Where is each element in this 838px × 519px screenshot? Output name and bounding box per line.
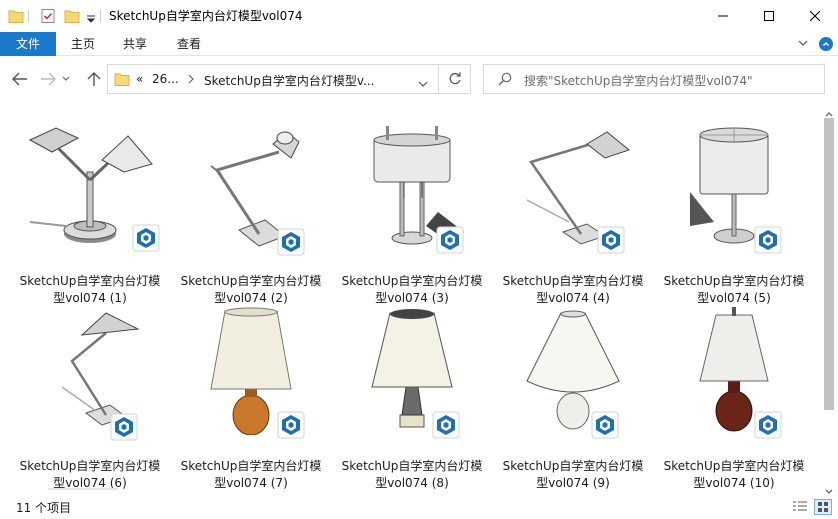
sketchup-file-icon — [277, 228, 305, 256]
file-name: SketchUp自学室内台灯模型vol074 (1) — [19, 274, 161, 305]
search-icon — [498, 72, 512, 89]
next-item-partial — [48, 488, 118, 490]
file-name: SketchUp自学室内台灯模型vol074 (9) — [502, 459, 644, 490]
tab-share[interactable]: 共享 — [112, 32, 158, 56]
large-icons-view-icon[interactable] — [814, 499, 832, 515]
breadcrumb-overflow[interactable]: « — [136, 72, 143, 86]
customize-toolbar-icon[interactable] — [86, 12, 96, 28]
ribbon-tabs: 文件 主页 共享 查看 — [0, 32, 838, 56]
recent-locations-icon[interactable] — [60, 69, 72, 89]
sketchup-file-icon — [591, 411, 619, 439]
tab-home[interactable]: 主页 — [60, 32, 106, 56]
file-name: SketchUp自学室内台灯模型vol074 (4) — [502, 274, 644, 305]
file-list: SketchUp自学室内台灯模型vol074 (1) SketchUp自学室内台… — [0, 102, 820, 490]
address-bar[interactable]: « 26... SketchUp自学室内台灯模型v... — [107, 64, 439, 94]
search-input[interactable]: 搜索"SketchUp自学室内台灯模型vol074" — [524, 72, 753, 89]
file-item[interactable]: SketchUp自学室内台灯模型vol074 (10) — [658, 307, 810, 490]
file-name: SketchUp自学室内台灯模型vol074 (3) — [341, 274, 483, 305]
details-view-icon[interactable] — [792, 500, 808, 517]
properties-icon[interactable] — [40, 8, 56, 24]
window-title: SketchUp自学室内台灯模型vol074 — [109, 9, 303, 23]
sketchup-file-icon — [277, 411, 305, 439]
sketchup-file-icon — [436, 226, 464, 254]
tab-view[interactable]: 查看 — [166, 32, 212, 56]
address-dropdown-icon[interactable] — [418, 76, 428, 90]
file-name: SketchUp自学室内台灯模型vol074 (6) — [19, 459, 161, 490]
sketchup-file-icon — [132, 224, 160, 252]
help-icon[interactable] — [818, 36, 834, 55]
file-name: SketchUp自学室内台灯模型vol074 (10) — [663, 459, 805, 490]
file-item[interactable]: SketchUp自学室内台灯模型vol074 (5) — [658, 122, 810, 305]
forward-arrow-icon[interactable] — [38, 69, 58, 89]
item-count: 11 个项目 — [16, 501, 72, 515]
back-arrow-icon[interactable] — [10, 69, 30, 89]
file-item[interactable]: SketchUp自学室内台灯模型vol074 (1) — [14, 122, 166, 305]
expand-ribbon-icon[interactable] — [797, 37, 809, 52]
vertical-scrollbar[interactable] — [820, 102, 838, 496]
sketchup-file-icon — [754, 411, 782, 439]
file-item[interactable]: SketchUp自学室内台灯模型vol074 (7) — [175, 307, 327, 490]
maximize-button[interactable] — [746, 0, 792, 32]
file-name: SketchUp自学室内台灯模型vol074 (8) — [341, 459, 483, 490]
close-button[interactable] — [792, 0, 838, 32]
file-item[interactable]: SketchUp自学室内台灯模型vol074 (2) — [175, 122, 327, 305]
status-bar: 11 个项目 — [0, 496, 838, 519]
file-item[interactable]: SketchUp自学室内台灯模型vol074 (8) — [336, 307, 488, 490]
file-name: SketchUp自学室内台灯模型vol074 (5) — [663, 274, 805, 305]
breadcrumb-item[interactable]: 26... — [152, 72, 179, 86]
folder-icon[interactable] — [8, 8, 24, 24]
breadcrumb-chevron-icon[interactable] — [188, 73, 194, 87]
sketchup-file-icon — [754, 226, 782, 254]
tab-file[interactable]: 文件 — [0, 32, 56, 56]
up-arrow-icon[interactable] — [84, 69, 104, 89]
sketchup-file-icon — [597, 226, 625, 254]
minimize-button[interactable] — [700, 0, 746, 32]
separator — [28, 10, 29, 22]
refresh-button[interactable] — [439, 64, 471, 94]
refresh-icon — [449, 72, 461, 85]
new-folder-icon[interactable] — [64, 8, 80, 24]
sketchup-file-icon — [110, 413, 138, 441]
separator — [100, 10, 101, 22]
breadcrumb-current[interactable]: SketchUp自学室内台灯模型v... — [204, 72, 374, 89]
file-item[interactable]: SketchUp自学室内台灯模型vol074 (4) — [497, 122, 649, 305]
folder-icon — [114, 71, 130, 90]
file-item[interactable]: SketchUp自学室内台灯模型vol074 (6) — [14, 307, 166, 490]
search-box[interactable]: 搜索"SketchUp自学室内台灯模型vol074" — [483, 64, 825, 94]
scroll-thumb[interactable] — [824, 118, 834, 410]
file-item[interactable]: SketchUp自学室内台灯模型vol074 (9) — [497, 307, 649, 490]
file-item[interactable]: SketchUp自学室内台灯模型vol074 (3) — [336, 122, 488, 305]
title-bar: SketchUp自学室内台灯模型vol074 — [0, 0, 838, 32]
file-name: SketchUp自学室内台灯模型vol074 (2) — [180, 274, 322, 305]
sketchup-file-icon — [432, 411, 460, 439]
file-name: SketchUp自学室内台灯模型vol074 (7) — [180, 459, 322, 490]
